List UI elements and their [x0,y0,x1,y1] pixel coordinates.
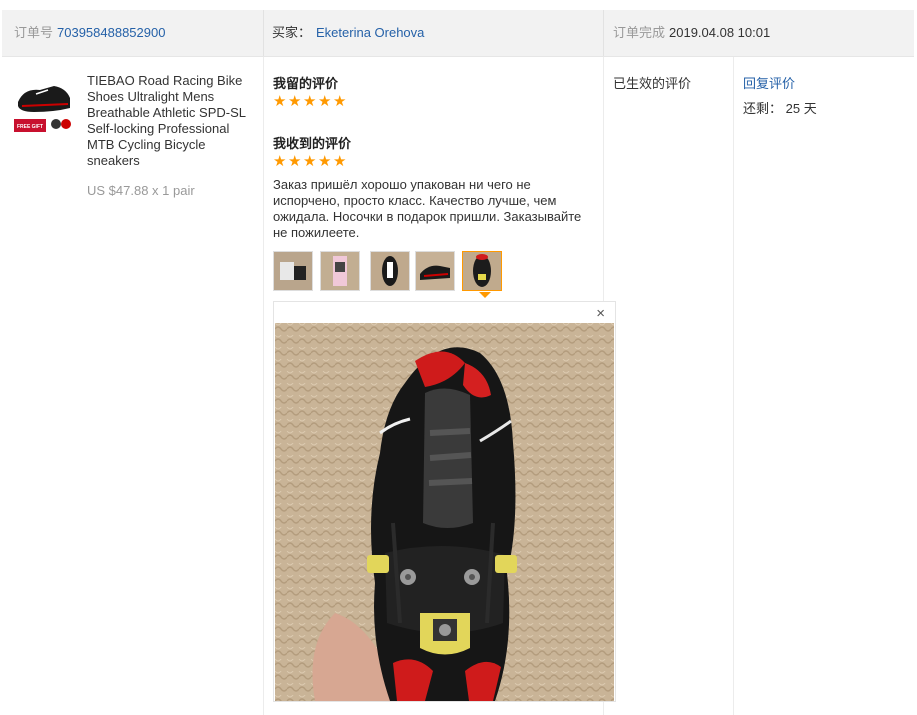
review-photo-thumb[interactable] [370,251,410,291]
free-gift-badge: FREE GIFT [17,124,43,130]
review-photo-thumb[interactable] [273,251,313,291]
order-header: 订单号 703958488852900 买家： Eketerina Orehov… [2,10,914,57]
received-feedback-title: 我收到的评价 [273,136,352,151]
review-text: Заказ пришёл хорошо упакован ни чего не … [273,177,582,240]
order-complete-label: 订单完成 [613,25,666,40]
product-price: US $47.88 x 1 pair [87,183,195,198]
my-feedback-title: 我留的评价 [273,76,339,91]
star-icon: ★ [288,153,302,170]
buyer-name-link[interactable]: Eketerina Orehova [316,10,424,56]
star-icon: ★ [303,153,317,170]
star-icon: ★ [333,93,347,110]
column-divider [263,57,264,715]
remaining-time: 还剩： 25 天 [743,98,817,117]
divider [603,10,604,56]
photo-viewer: × [273,301,616,702]
my-feedback-stars: ★ ★ ★ ★ ★ [273,93,348,110]
review-photo-large [275,323,614,701]
star-icon: ★ [333,153,347,170]
star-icon: ★ [288,93,302,110]
order-number-link[interactable]: 703958488852900 [57,10,165,56]
reply-feedback-link[interactable]: 回复评价 [743,73,795,92]
product-thumbnail[interactable]: FREE GIFT [14,72,74,132]
buyer-label: 买家： [272,25,312,40]
star-icon: ★ [318,93,332,110]
remaining-label: 还剩： [743,101,783,116]
star-icon: ★ [273,153,287,170]
star-icon: ★ [303,93,317,110]
review-photo-thumb[interactable] [320,251,360,291]
star-icon: ★ [318,153,332,170]
received-feedback-stars: ★ ★ ★ ★ ★ [273,153,348,170]
review-photo-thumb-active[interactable] [462,251,502,291]
close-icon[interactable]: × [596,306,605,322]
star-icon: ★ [273,93,287,110]
order-number-label: 订单号 [14,25,54,40]
remaining-value: 25 天 [785,101,817,116]
feedback-status: 已生效的评价 [613,76,692,91]
active-photo-indicator [479,292,491,298]
divider [263,10,264,56]
review-photo-thumb[interactable] [415,251,455,291]
product-title[interactable]: TIEBAO Road Racing Bike Shoes Ultralight… [87,73,252,169]
column-divider [733,57,734,715]
order-complete-time: 2019.04.08 10:01 [669,25,771,40]
